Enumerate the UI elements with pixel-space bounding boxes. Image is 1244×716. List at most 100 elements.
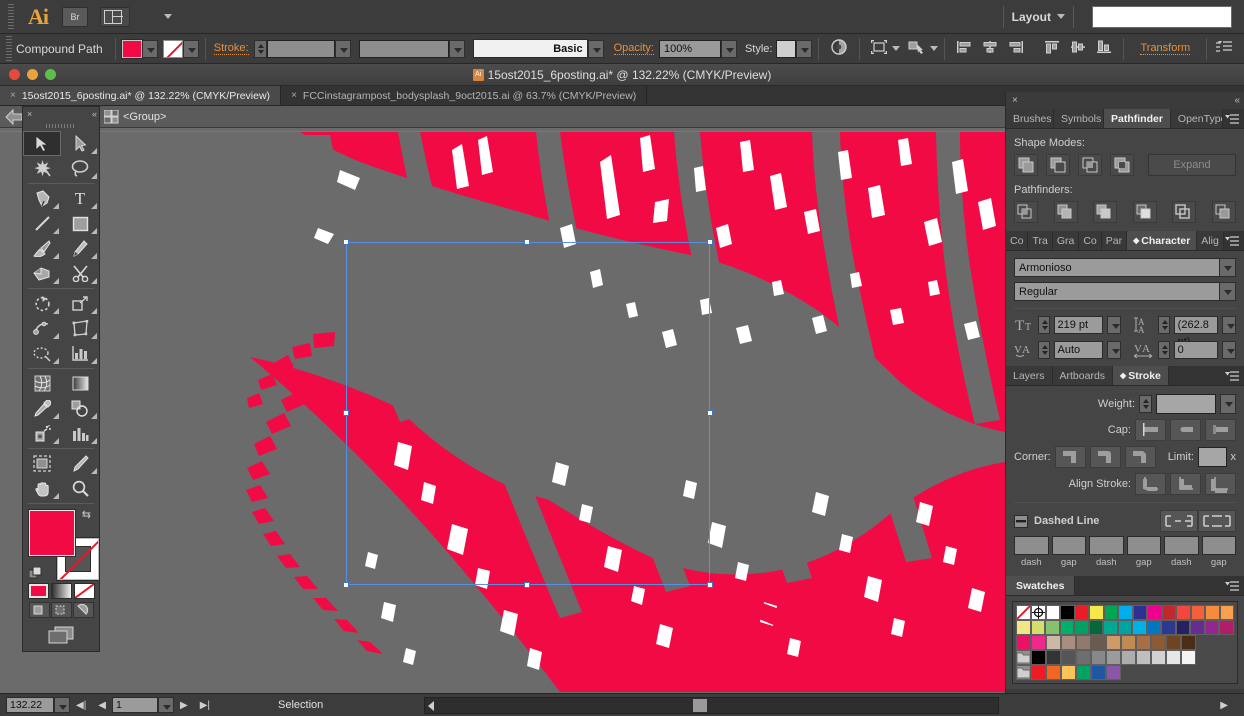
swatch-color[interactable]: [1076, 665, 1091, 680]
dash-input[interactable]: [1164, 536, 1199, 555]
panel-menu-icon[interactable]: [1225, 371, 1239, 381]
artboard-dropdown[interactable]: [158, 697, 174, 713]
align-left-icon[interactable]: [956, 40, 972, 57]
column-graph-tool[interactable]: [61, 341, 99, 366]
swatch-color[interactable]: [1146, 620, 1162, 635]
tool-flyout-triangle[interactable]: [91, 468, 97, 474]
draw-inside-icon[interactable]: [72, 602, 94, 618]
type-tool[interactable]: T: [61, 186, 99, 211]
swatch-group-folder[interactable]: [1016, 665, 1031, 680]
align-stroke-inside-icon[interactable]: [1170, 473, 1201, 495]
selection-handle-top-center[interactable]: [524, 239, 530, 245]
slice-tool[interactable]: [61, 451, 99, 476]
font-family-input[interactable]: Armonioso: [1014, 258, 1236, 277]
swatch-color[interactable]: [1061, 650, 1076, 665]
previous-page-icon[interactable]: ◀: [98, 700, 106, 711]
eyedropper-tool[interactable]: [23, 396, 61, 421]
tab-swatches[interactable]: Swatches: [1006, 576, 1076, 595]
variable-width-dropdown[interactable]: [448, 39, 465, 58]
tab-transparency[interactable]: Tra: [1028, 231, 1053, 250]
kerning-dropdown[interactable]: [1106, 341, 1121, 359]
tool-flyout-triangle[interactable]: [91, 173, 97, 179]
butt-cap-icon[interactable]: [1135, 419, 1166, 441]
dock-close-icon[interactable]: ×: [1012, 95, 1018, 106]
swatch-color[interactable]: [1121, 650, 1136, 665]
swatch-color[interactable]: [1136, 650, 1151, 665]
opacity-dropdown[interactable]: [720, 39, 737, 58]
selection-handle-bottom-left[interactable]: [343, 582, 349, 588]
swatch-color[interactable]: [1076, 650, 1091, 665]
dashes-adjust-icon[interactable]: [1198, 510, 1236, 532]
font-size-dropdown[interactable]: [1106, 316, 1121, 334]
expand-button[interactable]: Expand: [1148, 154, 1236, 176]
selection-handle-top-right[interactable]: [707, 239, 713, 245]
scale-tool[interactable]: [61, 291, 99, 316]
selection-handle-bottom-right[interactable]: [707, 582, 713, 588]
swatch-color[interactable]: [1151, 635, 1166, 650]
font-family-dropdown[interactable]: [1219, 258, 1236, 277]
align-middle-vertical-icon[interactable]: [1070, 40, 1086, 57]
selection-handle-top-left[interactable]: [343, 239, 349, 245]
line-segment-tool[interactable]: [23, 211, 61, 236]
graphic-style-swatch[interactable]: [776, 39, 797, 58]
tool-flyout-triangle[interactable]: [91, 203, 97, 209]
tool-flyout-triangle[interactable]: [53, 493, 59, 499]
swatch-color[interactable]: [1076, 635, 1091, 650]
dash-field-1[interactable]: gap: [1051, 536, 1086, 568]
tools-close-icon[interactable]: ×: [27, 109, 32, 119]
selection-handle-middle-right[interactable]: [707, 409, 713, 416]
swatch-color[interactable]: [1031, 665, 1046, 680]
next-page-icon[interactable]: ▶: [180, 700, 188, 711]
tool-flyout-triangle[interactable]: [53, 308, 59, 314]
tab-paragraph[interactable]: Par: [1101, 231, 1128, 250]
tool-flyout-triangle[interactable]: [53, 228, 59, 234]
symbol-sprayer-tool[interactable]: [23, 421, 61, 446]
opacity-input[interactable]: 100%: [658, 39, 721, 58]
swatch-color[interactable]: [1046, 635, 1061, 650]
stroke-weight-input[interactable]: [266, 39, 335, 58]
change-screen-mode-icon[interactable]: [23, 621, 99, 651]
swatch-color[interactable]: [1106, 635, 1121, 650]
stroke-weight-stepper[interactable]: [253, 39, 267, 58]
leading-dropdown[interactable]: [1221, 316, 1236, 334]
stroke-weight-dropdown[interactable]: [1220, 394, 1236, 414]
mesh-tool[interactable]: [23, 371, 61, 396]
document-tab-0[interactable]: × 15ost2015_6posting.ai* @ 132.22% (CMYK…: [0, 86, 282, 105]
swatch-color[interactable]: [1031, 650, 1046, 665]
tab-layers[interactable]: Layers: [1006, 366, 1053, 385]
swatch-color[interactable]: [1030, 620, 1046, 635]
swatch-color[interactable]: [1103, 605, 1119, 620]
crop-icon[interactable]: [1132, 201, 1157, 223]
swatch-color[interactable]: [1161, 620, 1176, 635]
recolor-artwork-icon[interactable]: [831, 39, 848, 58]
document-tab-1[interactable]: × FCCinstagrampost_bodysplash_9oct2015.a…: [281, 86, 648, 105]
dock-collapse-icon[interactable]: «: [1234, 95, 1239, 106]
tab-artboards[interactable]: Artboards: [1052, 366, 1114, 385]
align-bottom-icon[interactable]: [1096, 40, 1112, 57]
swatch-color[interactable]: [1121, 635, 1136, 650]
tool-flyout-triangle[interactable]: [53, 278, 59, 284]
swatches-grid[interactable]: [1012, 601, 1238, 684]
direct-selection-tool[interactable]: [61, 131, 99, 156]
intersect-icon[interactable]: [1078, 154, 1102, 176]
selection-tool[interactable]: [23, 131, 61, 156]
dash-field-0[interactable]: dash: [1014, 536, 1049, 568]
shape-builder-tool[interactable]: [23, 261, 61, 286]
select-similar-objects-icon[interactable]: [908, 40, 926, 57]
swatch-color[interactable]: [1074, 605, 1090, 620]
tool-flyout-triangle[interactable]: [53, 203, 59, 209]
minus-back-icon[interactable]: [1211, 201, 1236, 223]
chevron-down-icon[interactable]: [164, 14, 172, 19]
swatch-color[interactable]: [1219, 620, 1234, 635]
tools-panel-header[interactable]: × «: [23, 107, 99, 121]
gap-input[interactable]: [1201, 536, 1236, 555]
fill-color-swatch[interactable]: [120, 38, 143, 59]
panel-menu-icon[interactable]: [1216, 41, 1232, 56]
swatch-color[interactable]: [1181, 635, 1196, 650]
swatch-color[interactable]: [1190, 620, 1205, 635]
workspace-chevron-down-icon[interactable]: [1057, 14, 1065, 19]
tool-flyout-triangle[interactable]: [53, 438, 59, 444]
tab-brushes[interactable]: Brushes: [1006, 109, 1054, 128]
bevel-join-icon[interactable]: [1124, 446, 1156, 468]
stroke-weight-value[interactable]: [1156, 394, 1216, 414]
